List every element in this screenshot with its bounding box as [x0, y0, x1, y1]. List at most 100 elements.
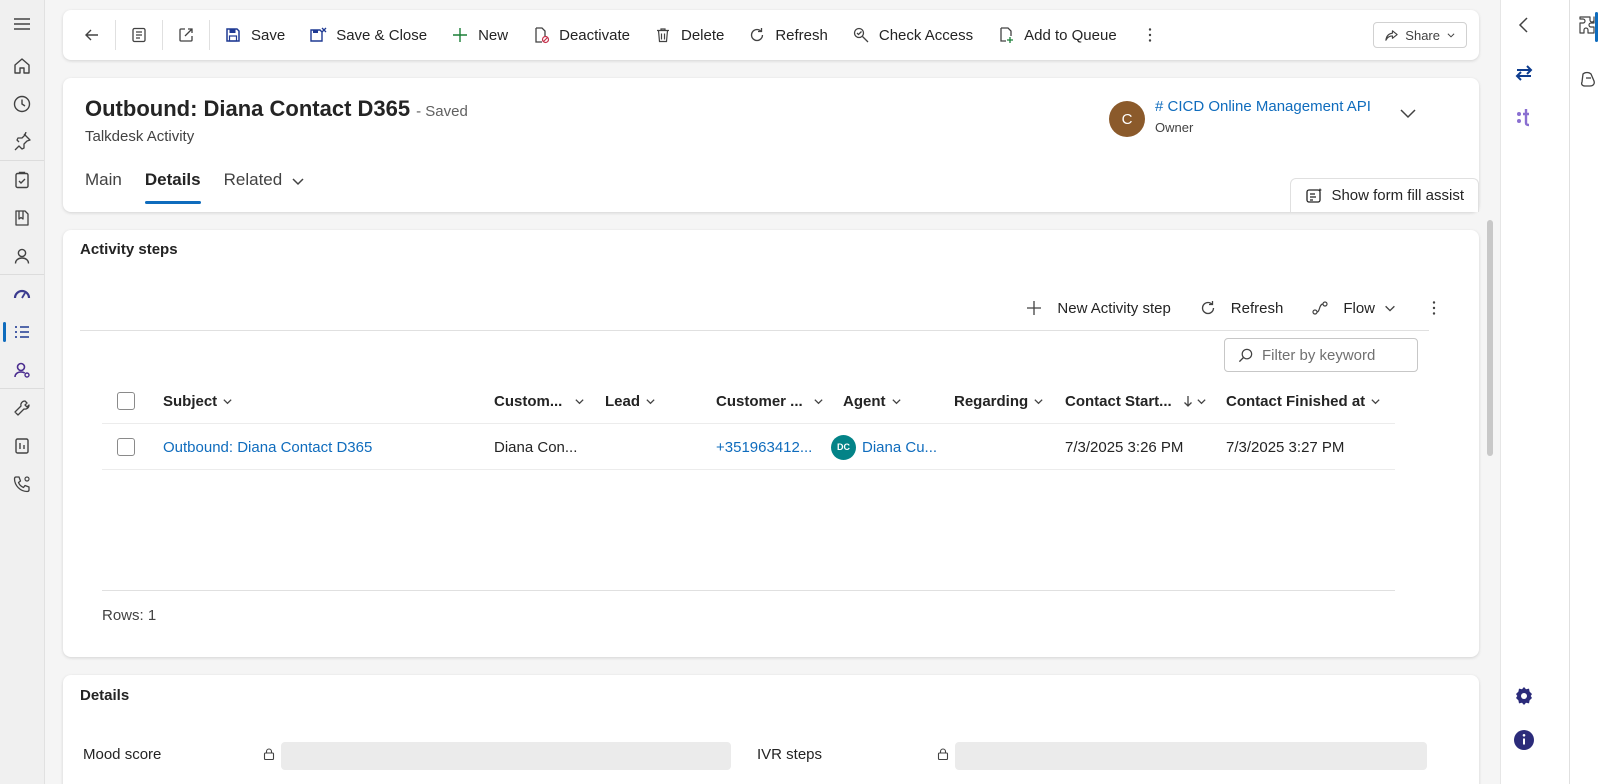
- plus-icon: [1027, 301, 1042, 315]
- column-header-contact-finished[interactable]: Contact Finished at: [1226, 378, 1381, 424]
- flow-button[interactable]: Flow: [1297, 292, 1411, 324]
- column-header-customer-phone[interactable]: Customer ...: [716, 378, 824, 424]
- chevron-down-icon: [292, 178, 304, 186]
- mood-score-field[interactable]: [281, 742, 731, 770]
- left-navigation: [0, 0, 45, 784]
- person-icon[interactable]: [0, 237, 44, 275]
- page-title: Outbound: Diana Contact D365 - Saved: [85, 96, 468, 122]
- delete-button[interactable]: Delete: [642, 17, 736, 53]
- subgrid-refresh-button[interactable]: Refresh: [1185, 292, 1298, 324]
- open-external-icon: [179, 28, 193, 42]
- ivr-steps-field[interactable]: [955, 742, 1427, 770]
- add-to-queue-button[interactable]: Add to Queue: [985, 17, 1129, 53]
- contact-started-cell: 7/3/2025 3:26 PM: [1065, 438, 1184, 456]
- form-view-button[interactable]: [118, 17, 160, 53]
- row-checkbox[interactable]: [117, 424, 135, 470]
- dashboard-icon[interactable]: [0, 275, 44, 313]
- check-access-label: Check Access: [878, 26, 974, 44]
- saved-status: - Saved: [416, 103, 468, 120]
- share-button[interactable]: Share: [1373, 22, 1467, 48]
- save-close-button[interactable]: Save & Close: [297, 17, 439, 53]
- more-vertical-icon: [1432, 301, 1436, 315]
- section-title: Activity steps: [80, 241, 178, 258]
- column-header-agent[interactable]: Agent: [843, 378, 902, 424]
- new-button[interactable]: New: [439, 17, 520, 53]
- book-icon[interactable]: [0, 199, 44, 237]
- refresh-button[interactable]: Refresh: [736, 17, 840, 53]
- agent-icon[interactable]: [0, 351, 44, 389]
- save-button[interactable]: Save: [212, 17, 297, 53]
- tab-related[interactable]: Related: [224, 166, 307, 206]
- filter-input[interactable]: [1262, 346, 1412, 364]
- more-vertical-icon: [1148, 28, 1151, 42]
- column-header-contact-started[interactable]: Contact Start...: [1065, 378, 1207, 424]
- new-label: New: [478, 26, 509, 44]
- column-header-customer[interactable]: Custom...: [494, 378, 585, 424]
- right-side-pane: [1500, 0, 1600, 784]
- column-header-regarding[interactable]: Regarding: [954, 378, 1044, 424]
- clipboard-icon[interactable]: [0, 161, 44, 199]
- activity-list-icon[interactable]: [0, 313, 44, 351]
- table-row[interactable]: Outbound: Diana Contact D365 Diana Con..…: [102, 424, 1395, 470]
- add-to-queue-label: Add to Queue: [1024, 26, 1117, 44]
- collapse-chevron-icon[interactable]: [1509, 10, 1539, 40]
- lock-icon: [937, 748, 949, 761]
- form-fill-assist-button[interactable]: Show form fill assist: [1290, 178, 1479, 212]
- copilot-icon[interactable]: [1573, 65, 1600, 95]
- share-icon: [1385, 29, 1398, 41]
- recent-icon[interactable]: [0, 85, 44, 123]
- wrench-icon[interactable]: [0, 389, 44, 427]
- deactivate-button[interactable]: Deactivate: [520, 17, 642, 53]
- phone-settings-icon[interactable]: [0, 465, 44, 503]
- subject-link[interactable]: Outbound: Diana Contact D365: [163, 424, 372, 470]
- share-label: Share: [1405, 27, 1440, 43]
- open-new-window-button[interactable]: [165, 17, 207, 53]
- save-close-label: Save & Close: [336, 26, 428, 44]
- settings-gear-icon[interactable]: [1509, 681, 1539, 711]
- check-access-button[interactable]: Check Access: [840, 17, 985, 53]
- flow-icon: [1312, 301, 1328, 315]
- chevron-down-icon: [1385, 305, 1395, 312]
- filter-by-keyword-field[interactable]: [1224, 338, 1418, 372]
- add-to-queue-icon: [1000, 27, 1014, 43]
- column-header-subject[interactable]: Subject: [163, 378, 233, 424]
- agent-link[interactable]: Diana Cu...: [862, 439, 937, 456]
- tab-details[interactable]: Details: [144, 166, 201, 206]
- customer-phone-link[interactable]: +351963412...: [716, 424, 812, 470]
- customer-cell: Diana Con...: [494, 438, 578, 456]
- chevron-down-icon: [1371, 398, 1380, 404]
- pinned-icon[interactable]: [0, 123, 44, 161]
- deactivate-label: Deactivate: [559, 26, 630, 44]
- home-icon[interactable]: [0, 47, 44, 85]
- trash-icon: [656, 28, 669, 43]
- section-title: Details: [80, 687, 130, 704]
- select-all-checkbox[interactable]: [117, 378, 135, 424]
- command-bar: Save Save & Close New Deactivate Delete …: [63, 10, 1479, 60]
- plus-icon: [453, 28, 468, 42]
- header-expand-chevron-icon[interactable]: [1397, 102, 1419, 124]
- arrow-left-icon: [85, 29, 98, 41]
- chevron-down-icon: [575, 398, 584, 404]
- talkdesk-logo-icon[interactable]: [1509, 102, 1539, 132]
- new-activity-step-button[interactable]: New Activity step: [1011, 292, 1184, 324]
- details-section: Details Mood score IVR steps: [63, 675, 1479, 784]
- tab-main[interactable]: Main: [85, 166, 122, 206]
- column-header-lead[interactable]: Lead: [605, 378, 656, 424]
- chevron-down-icon: [646, 398, 655, 404]
- owner-avatar: C: [1109, 101, 1145, 137]
- back-button[interactable]: [71, 17, 113, 53]
- info-icon[interactable]: [1509, 725, 1539, 755]
- owner-link[interactable]: # CICD Online Management API: [1155, 98, 1371, 115]
- more-commands-button[interactable]: [1129, 17, 1171, 53]
- swap-arrows-icon[interactable]: [1509, 58, 1539, 88]
- search-icon: [1238, 348, 1253, 362]
- hamburger-icon[interactable]: [0, 5, 44, 43]
- lock-icon: [263, 748, 275, 761]
- report-icon[interactable]: [0, 427, 44, 465]
- main-scrollbar[interactable]: [1487, 220, 1493, 456]
- mood-score-label: Mood score: [83, 746, 162, 763]
- subgrid-more-button[interactable]: [1411, 292, 1457, 324]
- refresh-icon: [1201, 301, 1214, 315]
- activity-steps-grid: Subject Custom... Lead Customer ... Agen…: [102, 378, 1395, 470]
- check-access-icon: [853, 27, 869, 43]
